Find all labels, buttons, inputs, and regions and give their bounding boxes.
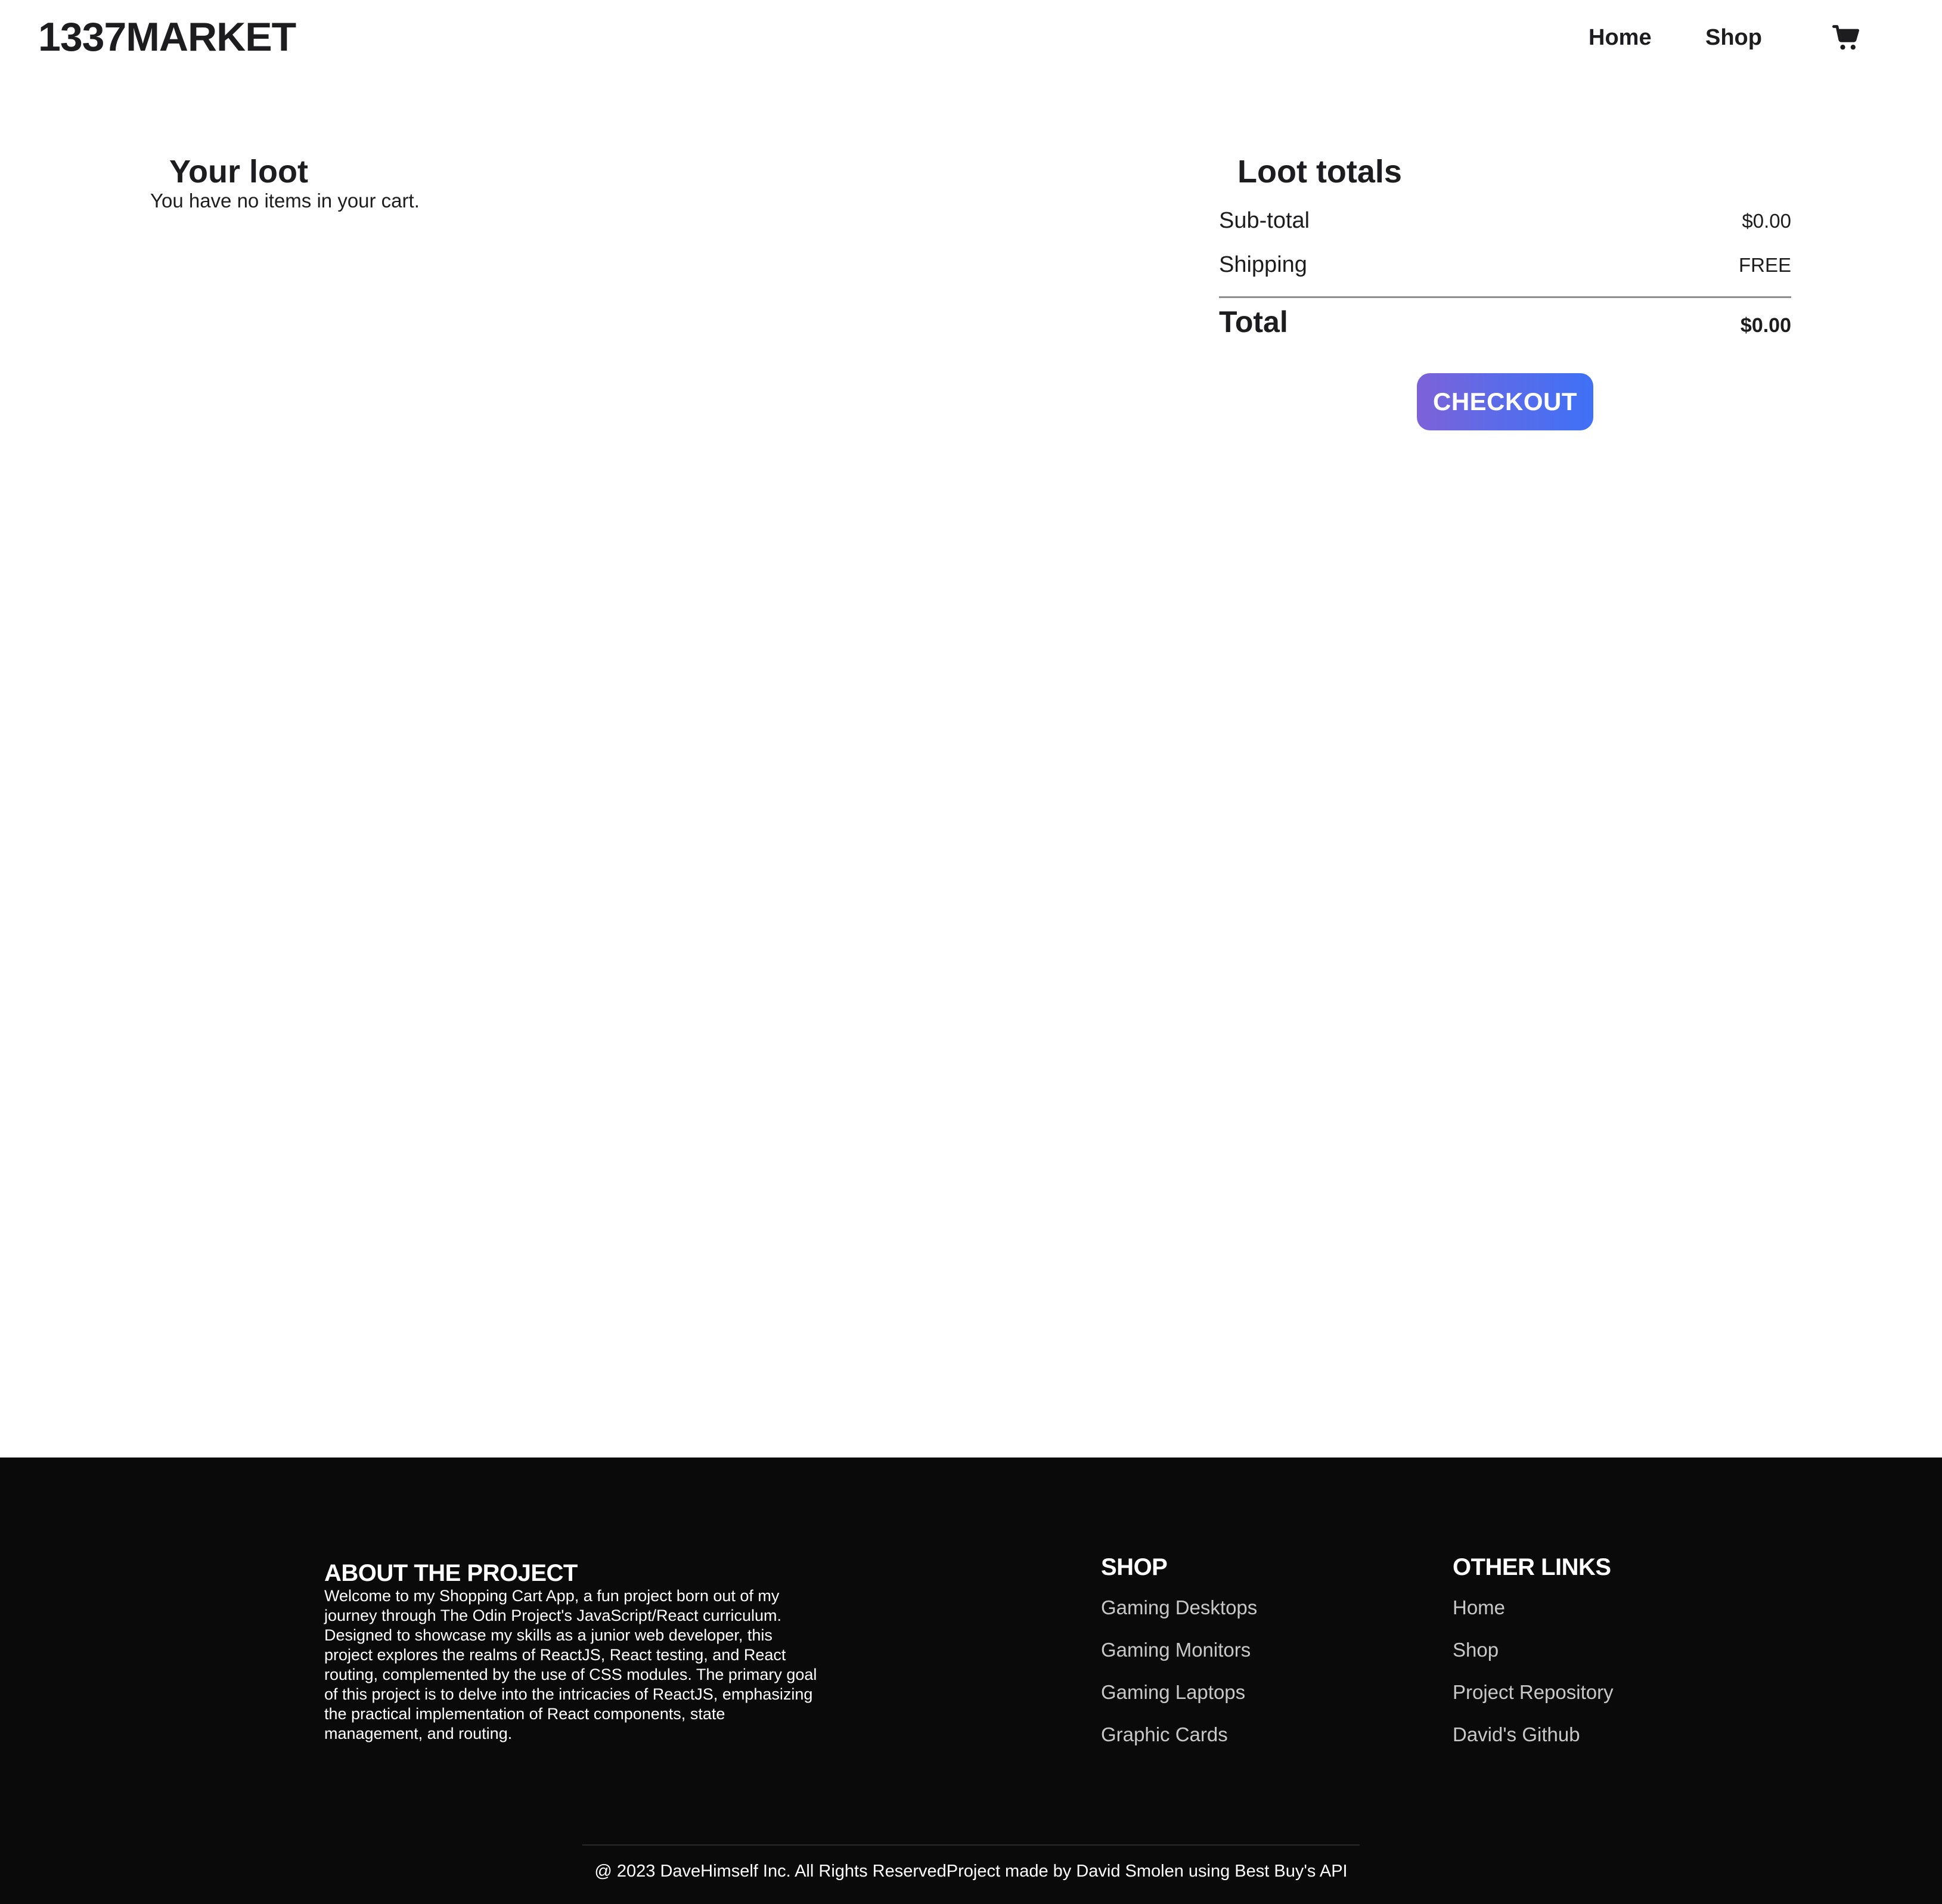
footer-other-links: Home Shop Project Repository David's Git…: [1453, 1586, 1614, 1756]
footer-link-home[interactable]: Home: [1453, 1586, 1614, 1629]
footer-shop-links: Gaming Desktops Gaming Monitors Gaming L…: [1101, 1586, 1257, 1756]
totals-title: Loot totals: [1237, 154, 1402, 190]
shipping-row: Shipping FREE: [1219, 250, 1791, 280]
footer-link-gaming-laptops[interactable]: Gaming Laptops: [1101, 1671, 1257, 1713]
footer-link-gaming-monitors[interactable]: Gaming Monitors: [1101, 1629, 1257, 1671]
subtotal-label: Sub-total: [1219, 208, 1310, 233]
subtotal-value: $0.00: [1742, 210, 1791, 232]
cart-empty-message: You have no items in your cart.: [150, 190, 420, 212]
about-text: Welcome to my Shopping Cart App, a fun p…: [324, 1587, 817, 1742]
footer-link-shop[interactable]: Shop: [1453, 1629, 1614, 1671]
site-logo[interactable]: 1337MARKET: [38, 13, 296, 61]
footer-link-project-repository[interactable]: Project Repository: [1453, 1671, 1614, 1713]
footer-link-davids-github[interactable]: David's Github: [1453, 1713, 1614, 1756]
total-row: Total $0.00: [1219, 304, 1791, 343]
checkout-button[interactable]: CHECKOUT: [1417, 373, 1593, 430]
totals-divider: [1219, 296, 1791, 298]
total-label: Total: [1219, 305, 1288, 339]
total-value: $0.00: [1740, 314, 1791, 337]
shipping-label: Shipping: [1219, 252, 1307, 277]
shipping-value: FREE: [1738, 254, 1791, 276]
footer-link-graphic-cards[interactable]: Graphic Cards: [1101, 1713, 1257, 1756]
footer-divider: [582, 1844, 1360, 1846]
cart-title: Your loot: [169, 154, 308, 190]
nav-home-link[interactable]: Home: [1589, 24, 1652, 51]
cart-button[interactable]: [1831, 23, 1862, 54]
about-title: ABOUT THE PROJECT: [324, 1560, 578, 1586]
nav-shop-link[interactable]: Shop: [1705, 24, 1762, 51]
footer-shop-title: SHOP: [1101, 1554, 1168, 1580]
footer-other-title: OTHER LINKS: [1453, 1554, 1611, 1580]
copyright-text: @ 2023 DaveHimself Inc. All Rights Reser…: [594, 1862, 1348, 1881]
subtotal-row: Sub-total $0.00: [1219, 206, 1791, 235]
footer-link-gaming-desktops[interactable]: Gaming Desktops: [1101, 1586, 1257, 1629]
site-footer: ABOUT THE PROJECT Welcome to my Shopping…: [0, 1458, 1942, 1904]
shopping-cart-icon: [1832, 25, 1860, 50]
